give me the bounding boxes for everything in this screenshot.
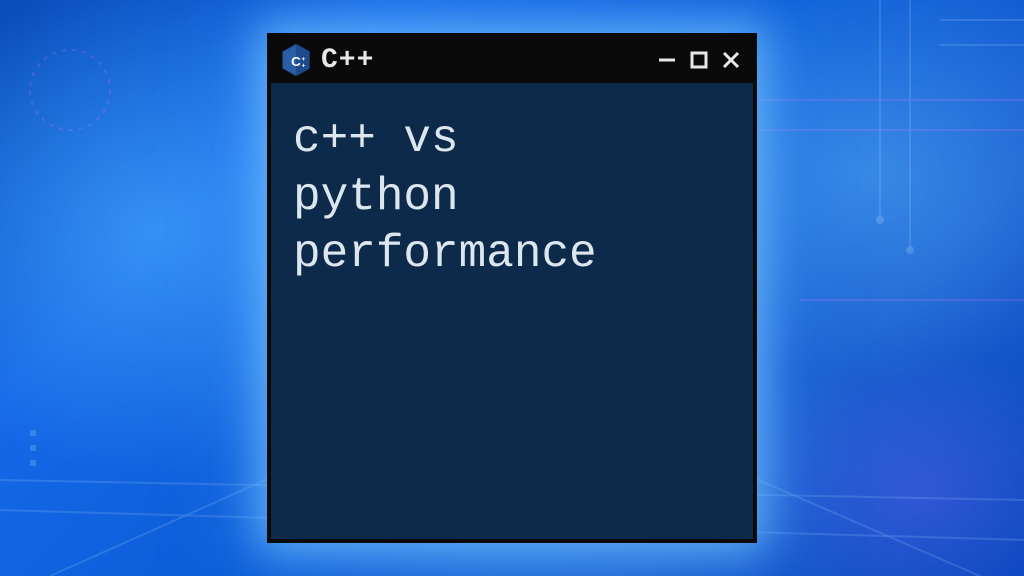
maximize-button[interactable] xyxy=(687,48,711,72)
close-button[interactable] xyxy=(719,48,743,72)
cpp-logo-icon: C + + xyxy=(281,43,311,77)
svg-text:+: + xyxy=(302,63,306,70)
terminal-content: c++ vs python performance xyxy=(271,83,753,539)
terminal-window: C + + C++ c++ vs python performance xyxy=(267,33,757,543)
window-title: C++ xyxy=(321,45,645,76)
svg-text:C: C xyxy=(291,54,301,69)
window-controls xyxy=(655,48,743,72)
window-titlebar[interactable]: C + + C++ xyxy=(271,37,753,83)
minimize-button[interactable] xyxy=(655,48,679,72)
